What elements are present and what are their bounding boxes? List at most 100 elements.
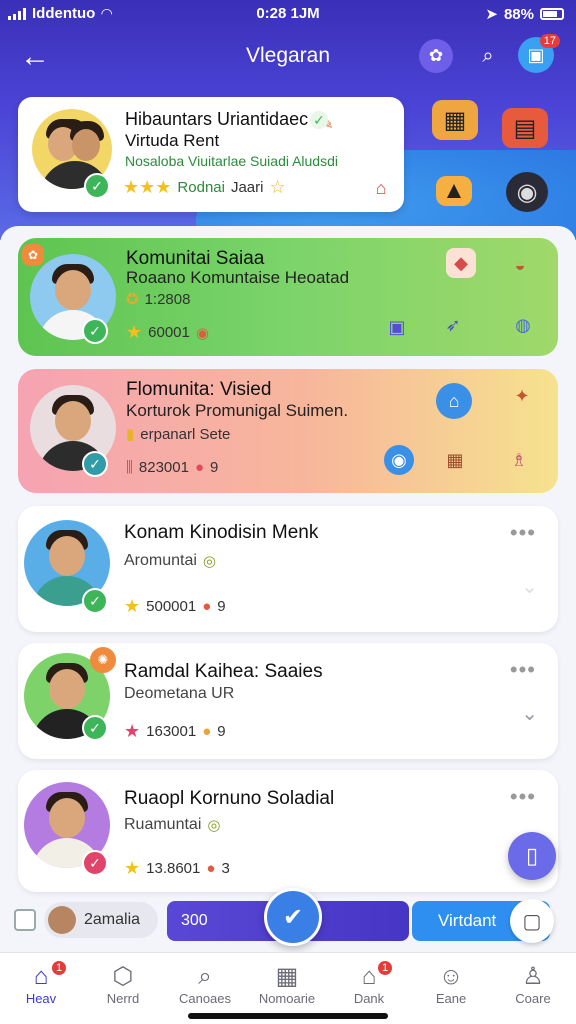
tab-label: Eane bbox=[435, 991, 467, 1006]
featured-card[interactable]: ✓ Hibauntars Uriantidaec Virtuda Rent No… bbox=[18, 97, 404, 212]
ticket-icon: ▮ bbox=[126, 426, 135, 443]
tab-label: Nomoarie bbox=[258, 991, 316, 1006]
tab-home[interactable]: ⌂ Heav 1 bbox=[0, 953, 82, 1024]
user-icon: ♙ bbox=[522, 963, 544, 990]
toy-blocks-icon: ▦ bbox=[432, 100, 478, 140]
chevron-down-icon[interactable]: ⌄ bbox=[521, 701, 538, 726]
chip-label: 2amalia bbox=[84, 911, 141, 928]
action-bar: 2amalia 300 ✔ Virtdant ▢ bbox=[0, 888, 576, 952]
chat-icon: ● bbox=[202, 598, 212, 615]
globe-icon: ◍ bbox=[515, 314, 531, 335]
community-card[interactable]: ✓ Flomunita: Visied Korturok Promunigal … bbox=[18, 369, 558, 493]
inbox-icon[interactable]: ▣ 17 bbox=[518, 34, 560, 73]
card-count-2: 9 bbox=[210, 459, 219, 476]
location-icon: ➤ bbox=[485, 6, 498, 23]
star-icon: ★ bbox=[124, 596, 141, 616]
star-icon: ☆ bbox=[269, 177, 286, 197]
card-count: 60001 bbox=[148, 324, 190, 341]
user-chip[interactable]: 2amalia bbox=[44, 902, 158, 938]
star-icon: ★ bbox=[126, 322, 143, 342]
home-indicator bbox=[188, 1013, 388, 1019]
card-count-2: 9 bbox=[217, 598, 226, 615]
tab-label: Heav bbox=[25, 991, 57, 1006]
verified-check-icon: ✓ bbox=[82, 588, 108, 614]
tab-label: Nerrd bbox=[106, 991, 140, 1006]
gift-icon[interactable]: ⌂ bbox=[366, 173, 396, 203]
more-options-icon[interactable]: ••• bbox=[510, 657, 536, 683]
search-icon[interactable]: ⌕ bbox=[471, 39, 505, 73]
card-title: Komunitai Saiaa bbox=[126, 248, 265, 269]
hexagon-icon: ⬡ bbox=[112, 963, 134, 990]
card-title: Ruaopl Kornuno Soladial bbox=[124, 788, 335, 809]
verified-check-icon: ✓ bbox=[82, 451, 108, 477]
puzzle-icon: ▣ bbox=[388, 316, 406, 337]
featured-desc: Nosaloba Viuitarlae Suiadi Aludsdi bbox=[125, 153, 338, 169]
card-count: 13.8601 bbox=[146, 860, 201, 877]
tab-label: Dank bbox=[353, 991, 385, 1006]
chat-icon: ● bbox=[194, 459, 205, 476]
chart-icon: ⫼ bbox=[126, 459, 133, 476]
tab-label: Coare bbox=[515, 991, 551, 1006]
flame-icon: ✺ bbox=[90, 647, 116, 673]
chat-icon: ● bbox=[202, 723, 212, 740]
figure-icon: ♗ bbox=[510, 449, 528, 470]
card-count: 500001 bbox=[146, 598, 197, 615]
progress-text: 300 bbox=[181, 912, 208, 929]
people-icon[interactable]: ✿ bbox=[419, 39, 453, 73]
featured-meta: Rodnai bbox=[177, 179, 225, 196]
box-icon: ▦ bbox=[446, 449, 464, 470]
book-icon[interactable]: ▯ bbox=[508, 832, 556, 880]
tab-nerrd[interactable]: ⬡ Nerrd bbox=[82, 953, 164, 1024]
primary-button[interactable]: Virtdant ▢ bbox=[412, 899, 554, 943]
badge-icon: ◉ bbox=[195, 324, 209, 342]
card-title: Ramdal Kaihea: Saaies bbox=[124, 661, 323, 682]
card-count: 163001 bbox=[146, 723, 197, 740]
square-icon[interactable]: ▢ bbox=[510, 899, 554, 943]
battery-percent: 88% bbox=[503, 5, 534, 23]
calendar-icon: ▦ bbox=[275, 963, 299, 990]
chat-icon: ● bbox=[206, 860, 216, 877]
house-icon: ⌂ bbox=[361, 963, 377, 990]
community-card[interactable]: ✓ ✿ Komunitai Saiaa Roaano Komuntaise He… bbox=[18, 238, 558, 356]
card-subtitle: Deometana UR bbox=[124, 685, 235, 702]
status-bar: Iddentuo ◠ 0:28 1JM ➤ 88% bbox=[0, 0, 576, 30]
card-title: Flomunita: Visied bbox=[126, 379, 272, 400]
hat-icon: ◒ bbox=[514, 254, 526, 275]
card-subtitle: Korturok Promunigal Suimen. bbox=[126, 401, 349, 420]
card-count-2: 9 bbox=[217, 723, 226, 740]
card-count-2: 3 bbox=[221, 860, 230, 877]
balloon-icon: ◆ bbox=[446, 248, 476, 278]
rating-stars: ★★★ bbox=[123, 177, 172, 197]
leaf-icon: ✓ bbox=[310, 111, 328, 129]
featured-meta-2: Jaari bbox=[230, 179, 264, 196]
chevron-down-icon[interactable]: ⌄ bbox=[521, 574, 538, 599]
tag-icon: ✿ bbox=[22, 244, 44, 266]
community-card[interactable]: ✓ Konam Kinodisin Menk Aromuntai ◎ ★ 500… bbox=[18, 506, 558, 632]
card-line: 1:2808 bbox=[144, 290, 191, 308]
check-shield-icon[interactable]: ✔ bbox=[264, 888, 322, 946]
tab-eane[interactable]: ☺ Eane bbox=[410, 953, 492, 1024]
hat-icon: ▲ bbox=[436, 176, 472, 206]
tab-profile[interactable]: ♙ Coare bbox=[492, 953, 574, 1024]
rocket-icon: ➶ bbox=[445, 314, 461, 335]
verified-check-icon: ✓ bbox=[82, 715, 108, 741]
smile-icon: ◎ bbox=[202, 553, 217, 570]
more-options-icon[interactable]: ••• bbox=[510, 520, 536, 546]
verified-check-icon: ✓ bbox=[82, 850, 108, 876]
star-icon: ★ bbox=[124, 721, 141, 741]
primary-button-label: Virtdant bbox=[438, 911, 497, 930]
card-subtitle: Ruamuntai bbox=[124, 816, 202, 833]
community-card[interactable]: ✓ Ruaopl Kornuno Soladial Ruamuntai ◎ ★ … bbox=[18, 770, 558, 892]
tab-badge: 1 bbox=[378, 961, 393, 975]
tab-badge: 1 bbox=[52, 961, 67, 975]
more-options-icon[interactable]: ••• bbox=[510, 784, 536, 810]
card-subtitle: Roaano Komuntaise Heoatad bbox=[126, 268, 350, 287]
museum-icon: ⌂ bbox=[436, 383, 472, 419]
featured-subtitle: Virtuda Rent bbox=[125, 131, 220, 150]
community-card[interactable]: ✓ ✺ Ramdal Kaihea: Saaies Deometana UR ★… bbox=[18, 643, 558, 759]
card-title: Konam Kinodisin Menk bbox=[124, 522, 319, 543]
tab-label: Canoaes bbox=[178, 991, 232, 1006]
select-checkbox[interactable] bbox=[14, 909, 36, 931]
coin-icon: ✪ bbox=[126, 291, 139, 308]
card-subtitle: Aromuntai bbox=[124, 552, 197, 569]
